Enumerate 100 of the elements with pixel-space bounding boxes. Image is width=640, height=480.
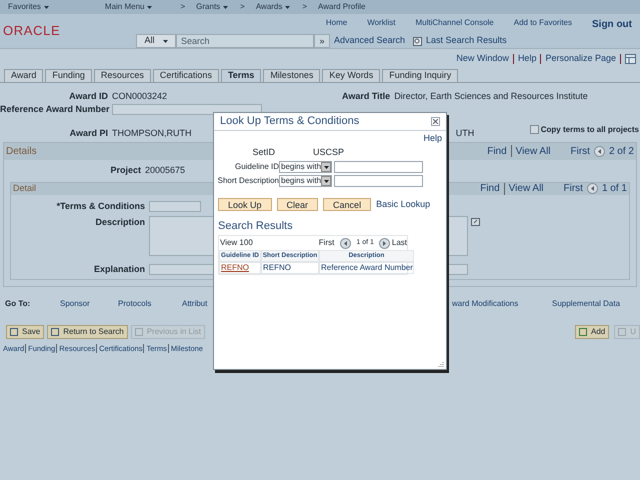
grid-icon[interactable]	[625, 54, 636, 64]
caret-icon	[162, 40, 168, 42]
close-button[interactable]	[431, 117, 440, 126]
row-count: 2 of 2	[608, 144, 634, 158]
section-title: Detail	[13, 182, 36, 195]
field-label: *Terms & Conditions	[56, 200, 146, 213]
search-field[interactable]: Search	[176, 34, 314, 48]
dialog-button[interactable]: Cancel	[323, 198, 372, 212]
pi-value: UTH	[456, 126, 476, 140]
search-criteria-field[interactable]	[334, 175, 423, 187]
view-100-link[interactable]: View 100	[219, 237, 253, 249]
nav-item[interactable]: Grants	[196, 1, 220, 13]
breadcrumb-separator: >	[302, 1, 308, 13]
award-title-value: Director, Earth Sciences and Resources Institute	[394, 90, 588, 103]
next-icon[interactable]	[378, 238, 390, 248]
tab[interactable]: Key Words	[322, 68, 380, 82]
search-criteria-field[interactable]	[334, 161, 423, 173]
toolbar-button[interactable]: Save	[6, 324, 44, 338]
tab[interactable]: Funding Inquiry	[382, 68, 458, 82]
field-label: Project	[109, 164, 142, 177]
view-all-link[interactable]: View All	[516, 144, 551, 158]
operator-dropdown[interactable]: begins with	[279, 161, 332, 173]
header-link[interactable]: Home	[326, 17, 348, 32]
previous-icon[interactable]	[340, 238, 352, 248]
table-cell: REFNO	[261, 262, 319, 274]
field-label: Description	[94, 216, 146, 229]
tab[interactable]: Milestones	[263, 68, 320, 82]
results-title: Search Results	[217, 218, 294, 234]
caret-icon	[223, 6, 228, 8]
help-link[interactable]: Help	[423, 132, 442, 146]
table-cell: Reference Award Number	[319, 262, 414, 274]
previous-icon[interactable]	[594, 146, 605, 156]
find-link[interactable]: Find	[480, 181, 500, 196]
goto-link[interactable]: Supplemental Data	[552, 298, 620, 310]
last-search-link[interactable]: Last Search Results	[426, 34, 507, 48]
award-pi-value: THOMPSON,RUTH	[112, 126, 192, 140]
field-label: Short Description	[216, 175, 279, 187]
setid-value: USCSP	[313, 146, 344, 158]
toolbar-button[interactable]: Add	[574, 324, 610, 338]
page-link[interactable]: Help	[518, 52, 536, 66]
header-link[interactable]: Worklist	[367, 17, 396, 32]
toolbar-button[interactable]: Return to Search	[47, 324, 128, 338]
field-label: Explanation	[92, 262, 146, 276]
goto-label: Go To:	[4, 298, 32, 310]
caret-icon	[324, 166, 329, 168]
operator-dropdown[interactable]: begins with	[279, 175, 332, 187]
dialog-button[interactable]: Clear	[276, 198, 318, 212]
row-count: 1 of 1	[602, 182, 627, 196]
goto-link[interactable]: Sponsor	[60, 298, 118, 310]
nav-item[interactable]: Awards	[256, 1, 282, 13]
previous-icon[interactable]	[586, 183, 598, 194]
goto-link[interactable]: Attribut	[182, 298, 213, 310]
terms-field[interactable]	[149, 201, 201, 212]
caret-icon	[285, 6, 290, 8]
field-label: Reference Award Number	[0, 102, 111, 116]
goto-link[interactable]: Protocols	[118, 298, 182, 310]
header-link[interactable]: MultiChannel Console	[415, 17, 494, 32]
view-all-link[interactable]: View All	[508, 181, 544, 196]
caret-icon	[44, 6, 49, 8]
nav-item[interactable]: Main Menu	[104, 1, 144, 13]
field-label: Award ID	[68, 90, 109, 103]
first-link[interactable]: First	[564, 181, 583, 196]
search-go-button[interactable]: »	[314, 34, 330, 48]
copy-terms-label: Copy terms to all projects	[540, 124, 639, 136]
header-link[interactable]: Sign out	[592, 17, 632, 32]
field-label: SetID	[251, 146, 276, 158]
nav-item[interactable]: Favorites	[8, 1, 41, 13]
header-link[interactable]: Add to Favorites	[514, 17, 572, 32]
tab[interactable]: Funding	[45, 68, 92, 82]
page-link[interactable]: New Window	[456, 52, 509, 66]
award-id-value: CON0003242	[112, 90, 168, 103]
first-link[interactable]: First	[570, 144, 590, 158]
find-link[interactable]: Find	[487, 144, 507, 158]
caret-icon	[147, 6, 152, 8]
tab[interactable]: Award	[4, 68, 44, 82]
scope-dropdown[interactable]: All	[136, 34, 176, 48]
reference-award-field[interactable]	[112, 104, 262, 115]
expand-icon[interactable]	[471, 218, 480, 226]
oracle-logo: ORACLE	[3, 22, 60, 40]
resize-grip-icon[interactable]	[438, 361, 444, 367]
nav-item[interactable]: Award Profile	[318, 1, 366, 13]
page-link[interactable]: Personalize Page	[545, 52, 616, 66]
search-results-icon	[413, 36, 422, 46]
field-label: Award PI	[68, 126, 109, 140]
project-value: 20005675	[145, 164, 186, 177]
tab[interactable]: Certifications	[152, 68, 219, 82]
tab[interactable]: Resources	[94, 68, 151, 82]
field-label: Award Title	[342, 90, 392, 103]
basic-lookup-link[interactable]: Basic Lookup	[376, 198, 430, 212]
tab[interactable]: Terms	[220, 68, 262, 82]
copy-terms-checkbox[interactable]	[530, 125, 539, 134]
guideline-link[interactable]: REFNO	[219, 262, 261, 274]
breadcrumb-separator: >	[240, 1, 245, 13]
dialog-title: Look Up Terms & Conditions	[220, 114, 360, 130]
dialog-button[interactable]: Look Up	[218, 198, 272, 212]
advanced-search-link[interactable]: Advanced Search	[334, 34, 406, 48]
breadcrumb-separator: >	[180, 1, 186, 13]
field-label: Guideline ID	[234, 161, 279, 173]
section-title: Details	[6, 144, 37, 158]
goto-link[interactable]: ward Modifications	[452, 298, 552, 310]
